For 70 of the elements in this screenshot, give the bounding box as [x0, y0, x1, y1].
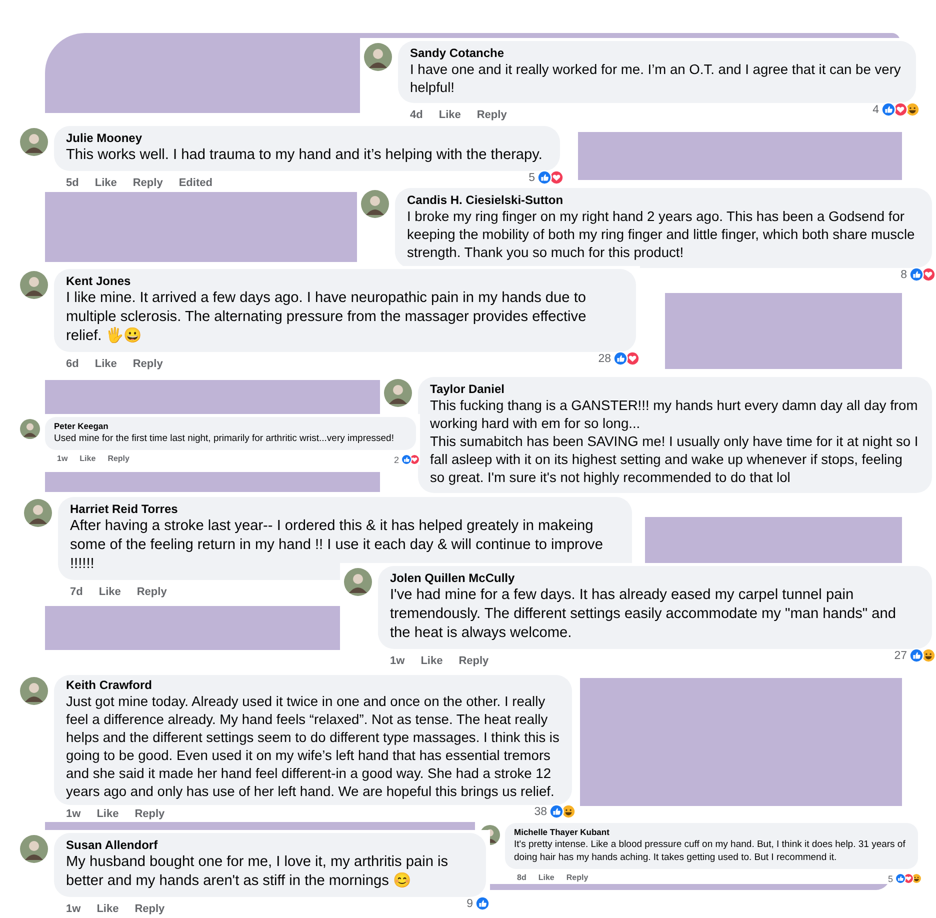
comment-action-link[interactable]: Like: [538, 873, 554, 882]
comment-time[interactable]: 4d: [410, 109, 423, 121]
comment-action-link[interactable]: Like: [80, 454, 96, 463]
commenter-name[interactable]: Julie Mooney: [66, 131, 142, 145]
comment-action-link[interactable]: Reply: [134, 808, 165, 820]
comment-action-link[interactable]: Like: [96, 903, 119, 915]
commenter-name[interactable]: Sandy Cotanche: [410, 46, 504, 60]
comment-time[interactable]: 1w: [390, 655, 405, 667]
comment-action-link[interactable]: Reply: [132, 358, 163, 370]
comment-time[interactable]: 1w: [66, 903, 81, 915]
commenter-name[interactable]: Peter Keegan: [54, 421, 108, 431]
comment-action-link[interactable]: Reply: [134, 903, 165, 915]
comment-action-link[interactable]: Like: [94, 358, 117, 370]
comment-text: I have one and it really worked for me. I’m an O.T. and I agree that it can be very helpful!: [410, 61, 902, 97]
comment-time[interactable]: 1w: [57, 454, 68, 463]
commenter-name[interactable]: Susan Allendorf: [66, 838, 158, 852]
comment-time[interactable]: 8d: [517, 873, 526, 882]
comment-action-link[interactable]: Like: [96, 808, 119, 820]
avatar[interactable]: [20, 271, 48, 299]
comment-text: After having a stroke last year-- I ordered this & it has helped greately in makeing some of the feeling return in my hand !! I use it each day & will continue to improve !!!!!!: [70, 517, 604, 573]
comment-action-link[interactable]: Like: [98, 586, 121, 598]
commenter-name[interactable]: Candis H. Ciesielski-Sutton: [407, 193, 564, 207]
comment-text: Used mine for the first time last night, primarily for arthritic wrist...very impressed!: [54, 432, 395, 445]
comment-time[interactable]: 6d: [66, 358, 79, 370]
comment-text: Just got mine today. Already used it twice in one and once on the other. I really feel a difference already. My hand feels “relaxed”. Not as tense. The heat really helps and the different settings seem to do different type massages. I think this is going to be good. Even used it on my wife’s left hand that has essential tremors and she said it made her hand feel different-in a good way. She had a stroke 12 years ago and only has use of her left hand. We are hopeful this brings us relief.: [66, 693, 560, 801]
commenter-name[interactable]: Kent Jones: [66, 274, 131, 288]
comment-text: I've had mine for a few days. It has already eased my carpel tunnel pain tremendously. The different settings easily accommodate my "man hands" and the heat is always welcome.: [390, 586, 897, 643]
reaction-summary[interactable]: 8: [900, 267, 936, 282]
avatar[interactable]: [24, 499, 52, 527]
avatar[interactable]: [20, 419, 40, 439]
comment-action-link[interactable]: Reply: [132, 177, 163, 189]
reaction-summary[interactable]: 2: [394, 454, 420, 465]
comment-time[interactable]: 5d: [66, 177, 79, 189]
comment-action-link[interactable]: Reply: [108, 454, 130, 463]
avatar[interactable]: [344, 568, 372, 596]
commenter-name[interactable]: Jolen Quillen McCully: [390, 571, 515, 585]
comment-time[interactable]: 1w: [66, 808, 81, 820]
comment-action-link[interactable]: Reply: [136, 586, 167, 598]
avatar[interactable]: [384, 379, 412, 407]
reaction-summary[interactable]: 27: [894, 648, 936, 663]
comment-text: My husband bought one for me, I love it, my arthritis pain is better and my hands aren't as stiff in the mornings 😊: [66, 853, 450, 891]
avatar[interactable]: [20, 835, 48, 863]
commenter-name[interactable]: Taylor Daniel: [430, 382, 504, 396]
reaction-summary[interactable]: 28: [598, 351, 640, 366]
comment-action-link[interactable]: Reply: [476, 109, 507, 121]
reaction-summary[interactable]: 4: [872, 102, 920, 117]
comment-action-link[interactable]: Like: [438, 109, 461, 121]
comment-text: This sumabitch has been SAVING me! I usually only have time for it at night so I fall asleep with it on its highest setting and wake up whenever if stops, feeling so great. I'm sure it's not highly recommended to do that lol: [430, 433, 920, 487]
avatar[interactable]: [20, 128, 48, 156]
comment-action-link[interactable]: Like: [420, 655, 443, 667]
comment-text: I broke my ring finger on my right hand 2 years ago. This has been a Godsend for keeping the mobility of both my ring finger and little finger, which both share muscle strength. Thank you so much for this product!: [407, 208, 916, 262]
comment-text: This fucking thang is a GANSTER!!! my hands hurt every damn day all day from working hard with em for so long...: [430, 397, 919, 433]
commenter-name[interactable]: Michelle Thayer Kubant: [514, 827, 610, 837]
reaction-summary[interactable]: 5: [888, 873, 922, 884]
comment-action-link[interactable]: Reply: [458, 655, 489, 667]
avatar[interactable]: [364, 43, 392, 71]
commenter-name[interactable]: Keith Crawford: [66, 678, 152, 692]
comment-text: It's pretty intense. Like a blood pressure cuff on my hand. But, I think it does help. 31 years of doing hair has my hands aching. It takes getting used to. But I recommend it.: [514, 838, 906, 864]
edited-label: Edited: [178, 177, 212, 189]
reaction-summary[interactable]: 5: [528, 170, 564, 185]
comment-time[interactable]: 7d: [70, 586, 83, 598]
avatar[interactable]: [20, 677, 48, 705]
reaction-summary[interactable]: 9: [466, 896, 490, 911]
comment-action-link[interactable]: Reply: [566, 873, 588, 882]
comment-action-link[interactable]: Like: [94, 177, 117, 189]
avatar[interactable]: [361, 190, 389, 218]
comment-text: I like mine. It arrived a few days ago. I have neuropathic pain in my hands due to multiple sclerosis. The alternating pressure from the massager provides effective relief. 🖐😀: [66, 289, 588, 346]
commenter-name[interactable]: Harriet Reid Torres: [70, 502, 178, 516]
reaction-summary[interactable]: 38: [534, 804, 576, 819]
comment-text: This works well. I had trauma to my hand and it’s helping with the therapy.: [66, 146, 544, 165]
